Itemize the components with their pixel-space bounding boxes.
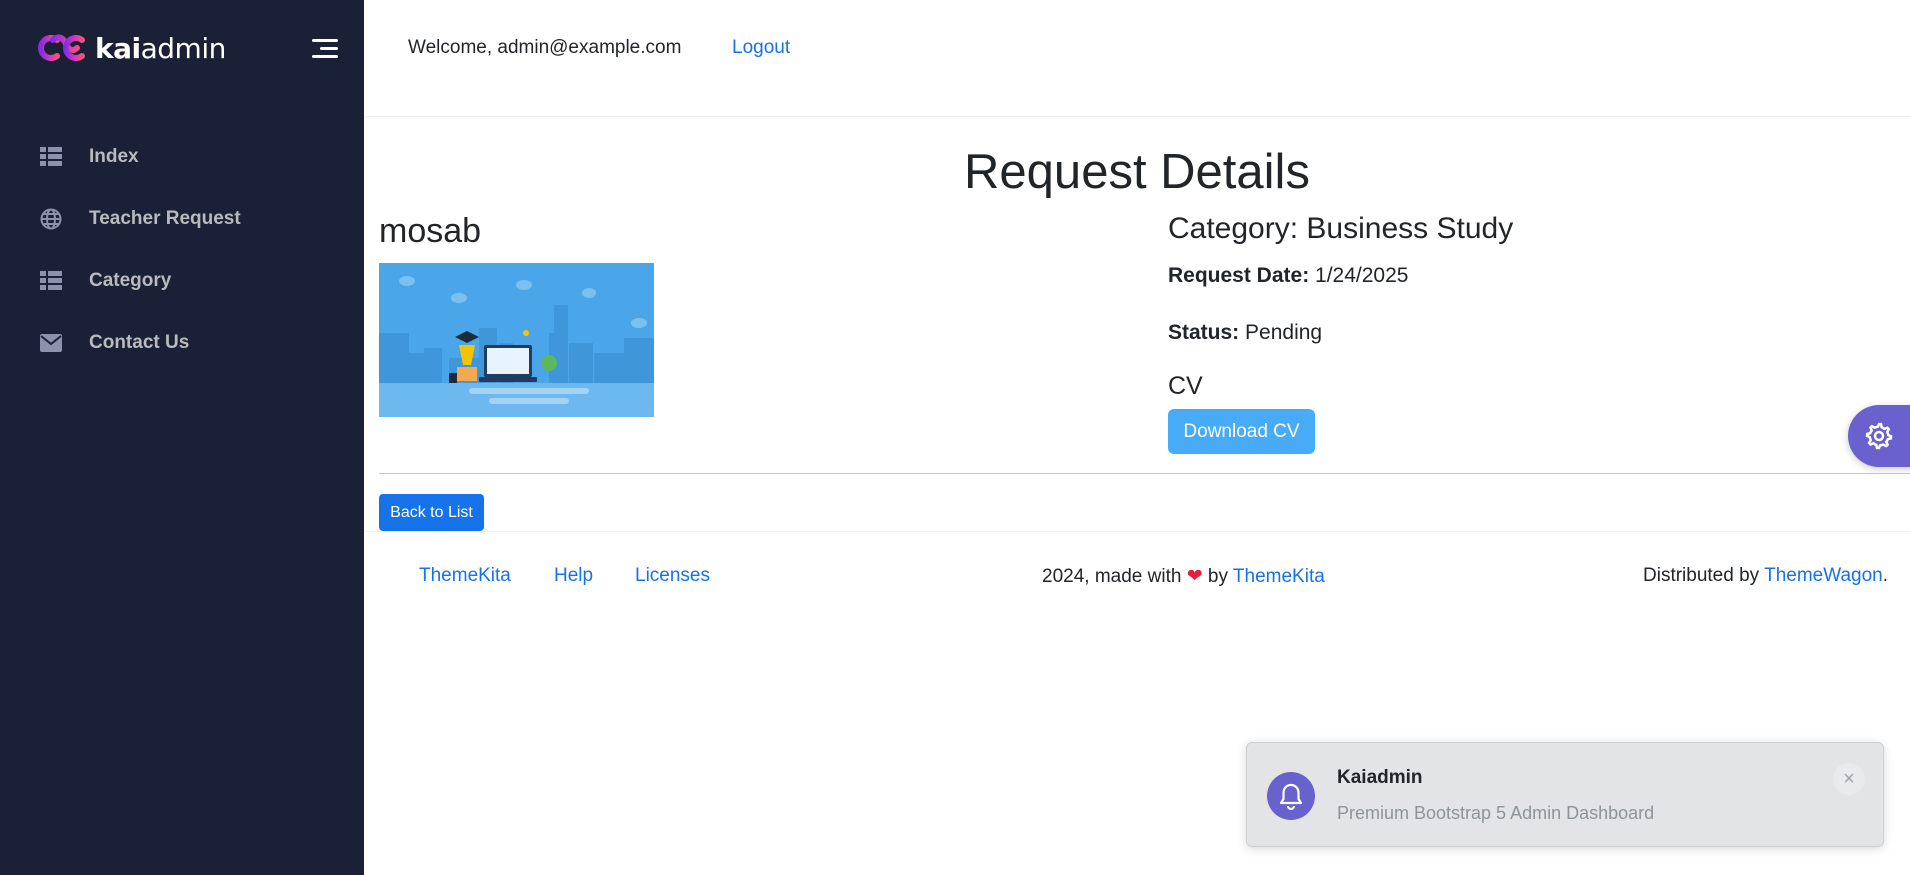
credit-link[interactable]: ThemeKita [1233, 566, 1325, 587]
sidebar-item-category[interactable]: Category [0, 250, 364, 312]
request-date-label: Request Date: [1168, 264, 1310, 287]
sidebar-item-label: Contact Us [89, 332, 190, 353]
toast-title: Kaiadmin [1337, 767, 1423, 788]
sidebar-nav: Index Teacher Request Category Contact U… [0, 126, 364, 374]
globe-icon [40, 208, 62, 230]
status-value: Pending [1245, 321, 1323, 344]
divider [379, 473, 1910, 474]
credit-by: by [1207, 566, 1228, 587]
brand-name: kaiadmin [95, 31, 226, 65]
toast-message: Premium Bootstrap 5 Admin Dashboard [1337, 803, 1655, 823]
logo[interactable]: kaiadmin [33, 30, 226, 66]
settings-button[interactable] [1848, 405, 1910, 467]
credit-prefix: 2024, made with [1042, 566, 1182, 587]
footer: ThemeKita Help Licenses 2024, made with … [364, 531, 1910, 621]
download-cv-button[interactable]: Download CV [1168, 409, 1315, 454]
welcome-text: Welcome, admin@example.com [408, 37, 682, 58]
heart-icon: ❤ [1186, 566, 1203, 587]
page-title: Request Details [964, 145, 1310, 199]
distributed-suffix: . [1882, 565, 1889, 586]
request-date: Request Date: 1/24/2025 [1168, 264, 1408, 288]
notification-toast: Kaiadmin Premium Bootstrap 5 Admin Dashb… [1246, 742, 1884, 847]
sidebar-item-label: Category [89, 270, 172, 291]
cv-heading: CV [1168, 372, 1203, 400]
back-to-list-button[interactable]: Back to List [379, 494, 484, 531]
sidebar-item-teacher-request[interactable]: Teacher Request [0, 188, 364, 250]
menu-toggle-button[interactable] [310, 36, 340, 60]
bell-icon [1267, 772, 1315, 820]
sidebar: kaiadmin Index Teacher Request Category … [0, 0, 364, 875]
logo-icon [38, 34, 85, 61]
gear-icon [1865, 422, 1893, 450]
distributed-link[interactable]: ThemeWagon [1764, 565, 1883, 586]
footer-link-themekita[interactable]: ThemeKita [419, 565, 511, 587]
category-heading: Category: Business Study [1168, 212, 1513, 246]
logout-link[interactable]: Logout [732, 37, 790, 59]
hamburger-icon [312, 39, 338, 58]
footer-link-help[interactable]: Help [554, 565, 593, 587]
sidebar-item-contact-us[interactable]: Contact Us [0, 312, 364, 374]
envelope-icon [40, 332, 62, 354]
close-icon[interactable]: × [1833, 763, 1865, 795]
status-label: Status: [1168, 321, 1240, 344]
request-image [379, 263, 654, 417]
teacher-name: mosab [379, 212, 482, 250]
footer-distributed: Distributed by ThemeWagon. [1643, 565, 1888, 587]
request-date-value: 1/24/2025 [1315, 264, 1409, 287]
top-header: Welcome, admin@example.com Logout [364, 0, 1910, 117]
sidebar-item-index[interactable]: Index [0, 126, 364, 188]
category-label: Category: [1168, 212, 1299, 245]
table-icon [40, 146, 62, 168]
sidebar-item-label: Teacher Request [89, 208, 241, 229]
request-status: Status: Pending [1168, 321, 1322, 345]
footer-credit: 2024, made with ❤ by ThemeKita [1042, 565, 1325, 588]
distributed-prefix: Distributed by [1643, 565, 1760, 586]
footer-link-licenses[interactable]: Licenses [635, 565, 710, 587]
sidebar-item-label: Index [89, 146, 139, 167]
category-value: Business Study [1306, 212, 1514, 245]
table-icon [40, 270, 62, 292]
